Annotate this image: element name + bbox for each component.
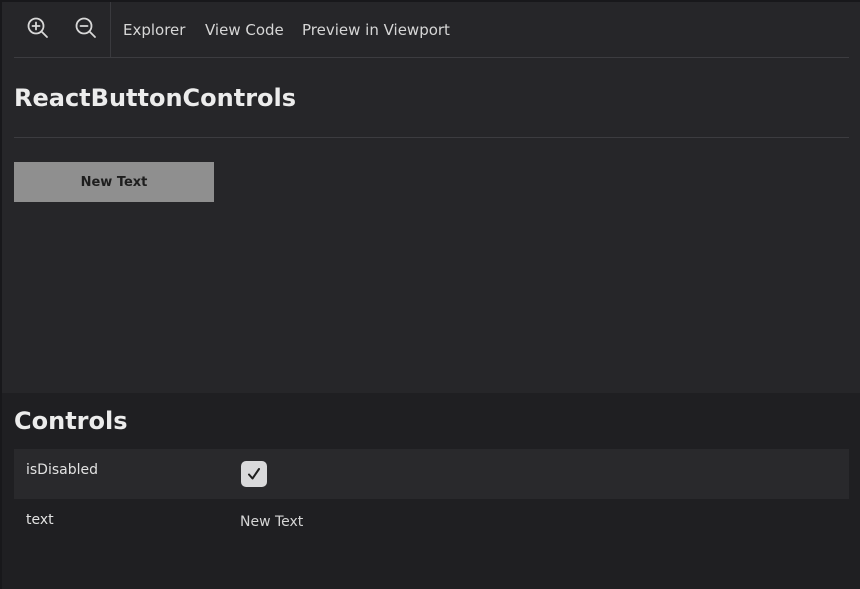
control-row-isdisabled: isDisabled <box>14 449 849 499</box>
story-title: ReactButtonControls <box>14 84 297 112</box>
controls-panel: Controls isDisabled text New Text <box>2 393 860 589</box>
preview-in-viewport-link[interactable]: Preview in Viewport <box>302 20 450 40</box>
controls-title: Controls <box>14 407 128 435</box>
demo-button: New Text <box>14 162 214 202</box>
zoom-out-button[interactable] <box>72 14 100 42</box>
toolbar-separator <box>110 2 111 58</box>
toolbar-divider <box>14 57 849 58</box>
title-divider <box>14 137 849 138</box>
zoom-in-icon <box>27 17 48 38</box>
view-code-link[interactable]: View Code <box>205 20 284 40</box>
explorer-link[interactable]: Explorer <box>123 20 185 40</box>
control-row-text: text New Text <box>14 499 849 549</box>
control-label: isDisabled <box>26 462 99 478</box>
control-label: text <box>26 512 54 528</box>
storybook-frame: Explorer View Code Preview in Viewport R… <box>2 2 860 589</box>
zoom-out-icon <box>75 17 96 38</box>
toolbar: Explorer View Code Preview in Viewport <box>2 2 860 58</box>
zoom-in-button[interactable] <box>24 14 52 42</box>
isdisabled-checkbox[interactable] <box>241 461 267 487</box>
text-value-input[interactable]: New Text <box>240 513 303 531</box>
checkmark-icon <box>248 468 260 480</box>
